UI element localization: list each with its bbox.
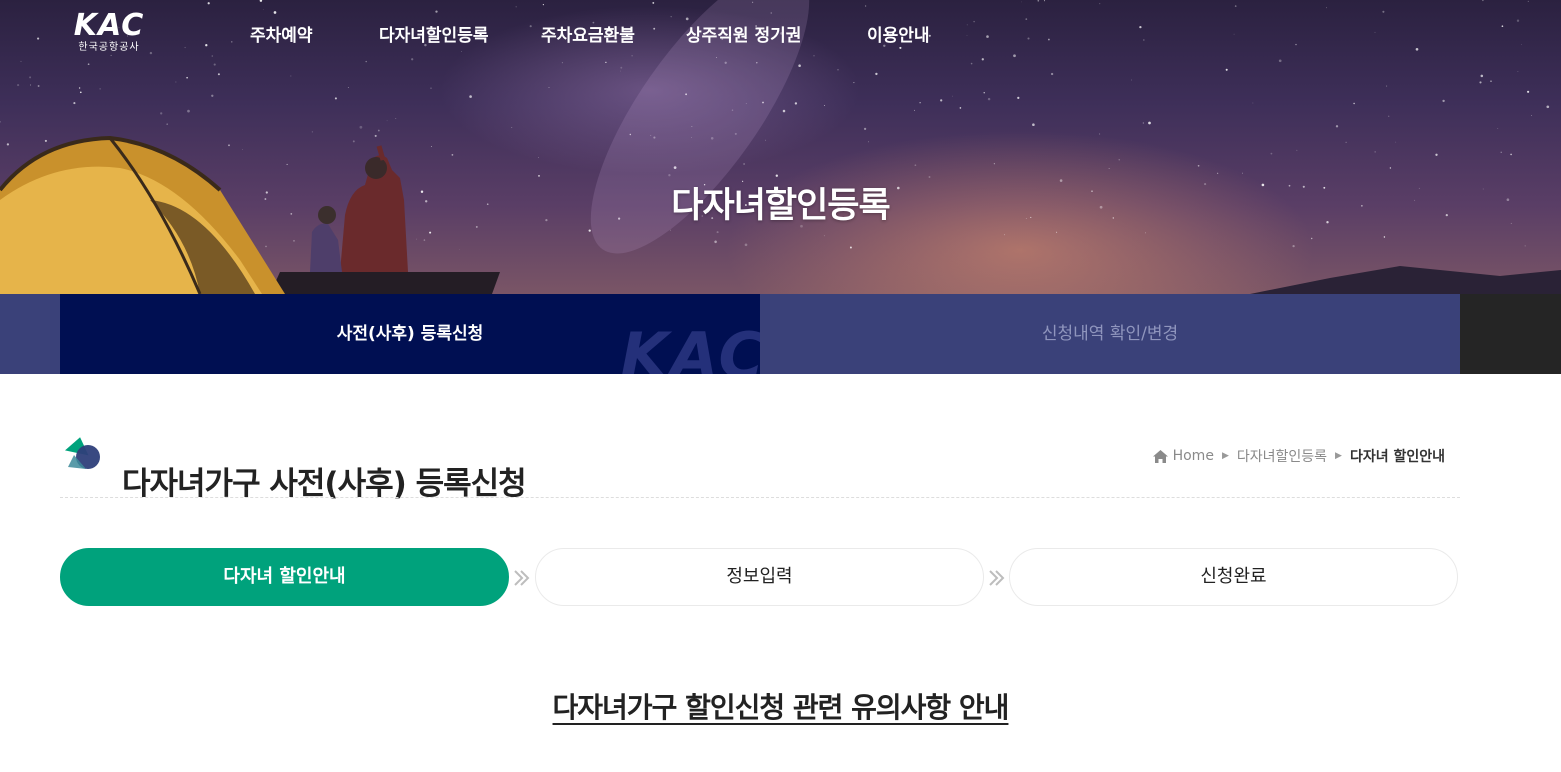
breadcrumb: Home ▶ 다자녀할인등록 ▶ 다자녀 할인안내 xyxy=(1152,446,1445,466)
step-complete: 신청완료 xyxy=(1009,548,1458,606)
double-chevron-right-icon xyxy=(514,570,530,586)
kac-logo[interactable]: KAC 한국공항공사 xyxy=(64,10,154,54)
nav-item-usage-guide[interactable]: 이용안내 xyxy=(867,21,930,46)
breadcrumb-current: 다자녀 할인안내 xyxy=(1349,449,1445,465)
tab-label: 신청내역 확인/변경 xyxy=(1041,324,1179,344)
breadcrumb-section[interactable]: 다자녀할인등록 xyxy=(1237,446,1327,466)
logo-mark: KAC xyxy=(73,8,145,43)
breadcrumb-home[interactable]: Home xyxy=(1173,448,1214,464)
tab-bar-edge xyxy=(1460,294,1561,374)
hero-banner: KAC 한국공항공사 주차예약 다자녀할인등록 주차요금환불 상주직원 정기권 … xyxy=(0,0,1561,294)
step-discount-guide: 다자녀 할인안내 xyxy=(60,548,509,606)
nav-item-staff-pass[interactable]: 상주직원 정기권 xyxy=(686,21,801,46)
double-chevron-right-icon xyxy=(989,570,1005,586)
title-divider xyxy=(60,497,1460,498)
tab-label: 사전(사후) 등록신청 xyxy=(336,324,484,344)
breadcrumb-separator-icon: ▶ xyxy=(1221,451,1229,461)
sub-tab-bar: KAC 사전(사후) 등록신청 신청내역 확인/변경 xyxy=(0,294,1561,374)
page-title: 다자녀가구 사전(사후) 등록신청 xyxy=(122,465,527,502)
hero-title: 다자녀할인등록 xyxy=(671,186,890,227)
nav-item-multichild-discount[interactable]: 다자녀할인등록 xyxy=(379,21,488,46)
notice-title: 다자녀가구 할인신청 관련 유의사항 안내 xyxy=(552,691,1010,724)
logo-subtitle: 한국공항공사 xyxy=(78,42,140,53)
home-icon xyxy=(1152,449,1168,463)
tab-check-application[interactable]: 신청내역 확인/변경 xyxy=(760,294,1460,374)
step-info-input: 정보입력 xyxy=(535,548,984,606)
brand-shape-icon xyxy=(65,437,100,469)
breadcrumb-separator-icon: ▶ xyxy=(1335,451,1342,461)
nav-item-parking-refund[interactable]: 주차요금환불 xyxy=(541,21,635,46)
tab-watermark-logo: KAC xyxy=(620,319,760,374)
tab-pre-registration[interactable]: KAC 사전(사후) 등록신청 xyxy=(60,294,760,374)
nav-item-parking-reservation[interactable]: 주차예약 xyxy=(250,21,313,46)
notice-heading: 다자녀가구 할인신청 관련 유의사항 안내 xyxy=(0,686,1561,726)
